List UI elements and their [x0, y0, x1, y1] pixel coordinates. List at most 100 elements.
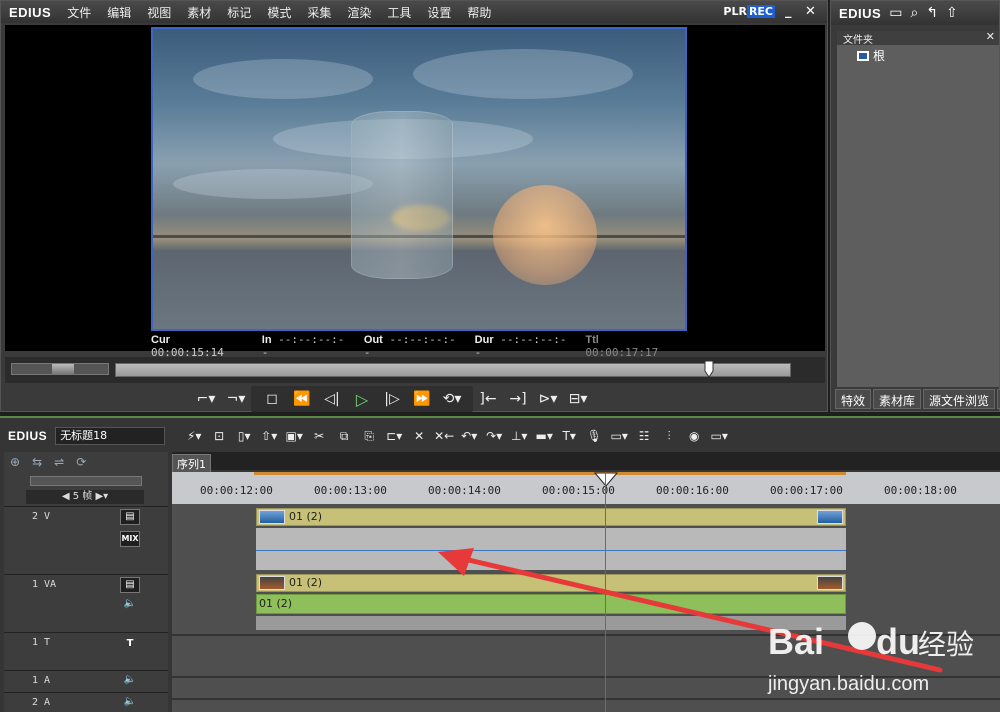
fast-forward-icon[interactable]: ⏩	[410, 388, 434, 410]
undo-icon[interactable]: ↶▾	[458, 426, 480, 446]
menu-tools[interactable]: 工具	[379, 4, 419, 21]
ruler-tick: 00:00:18:00	[884, 484, 957, 497]
edius-logo: EDIUS	[9, 4, 52, 20]
step-forward-icon[interactable]: |▷	[380, 388, 404, 410]
marker-icon[interactable]: ⊥▾	[508, 426, 530, 446]
bin-logo: EDIUS	[839, 5, 882, 21]
microphone-icon[interactable]: 🎙	[583, 426, 605, 446]
new-sequence-icon[interactable]: ▯▾	[233, 426, 255, 446]
timeline-toolbar: EDIUS 无标题18 ⚡▾ ⊡ ▯▾ ⇧▾ ▣▾ ✂ ⧉ ⎘ ⊏▾ ✕ ✕← …	[0, 422, 1000, 450]
paste-icon[interactable]: ⎘	[358, 426, 380, 446]
magic-wand-icon[interactable]: ⚡▾	[183, 426, 205, 446]
zoom-selector[interactable]: ◀ 5 帧 ▶▾	[26, 490, 144, 504]
jump-in-icon[interactable]: ]←	[476, 388, 500, 410]
tab-sequence-1[interactable]: 序列1	[172, 454, 211, 474]
menu-clip[interactable]: 素材	[179, 4, 219, 21]
minimize-button[interactable]: _	[785, 4, 792, 19]
export-icon[interactable]: ⇧	[946, 5, 958, 21]
folder-panel-header: 文件夹 ✕	[837, 30, 999, 46]
track-header-1a[interactable]: 1 A 🔈	[4, 670, 168, 690]
baidu-watermark-icon: Bai du 经验 jingyan.baidu.com	[767, 621, 974, 695]
menu-file[interactable]: 文件	[59, 4, 99, 21]
close-button[interactable]: ✕	[805, 4, 816, 19]
ripple-icon[interactable]: ⟳	[76, 455, 86, 469]
track-view-icon[interactable]: ▤	[120, 509, 140, 525]
folder-close-icon[interactable]: ✕	[986, 30, 995, 43]
render-icon[interactable]: ▭▾	[608, 426, 630, 446]
track-header-1va[interactable]: 1 VA ▤ 🔈	[4, 574, 168, 630]
layout-icon[interactable]: ☷	[633, 426, 655, 446]
clip-v1-label: 01 (2)	[289, 576, 323, 589]
tab-source-browser[interactable]: 源文件浏览	[923, 389, 996, 409]
menu-help[interactable]: 帮助	[459, 4, 499, 21]
track-header-1t[interactable]: 1 T T	[4, 632, 168, 668]
replace-icon[interactable]: ⊏▾	[383, 426, 405, 446]
redo-icon[interactable]: ↷▾	[483, 426, 505, 446]
menu-view[interactable]: 视图	[139, 4, 179, 21]
clip-a1-label: 01 (2)	[259, 597, 293, 610]
menu-mode[interactable]: 模式	[259, 4, 299, 21]
clip-v2[interactable]: 01 (2)	[256, 508, 846, 526]
speaker-icon[interactable]: 🔈	[120, 695, 140, 711]
track-header-2a[interactable]: 2 A 🔈	[4, 692, 168, 712]
preview-area: Cur 00:00:15:14 In --:--:--:-- Out --:--…	[5, 25, 825, 359]
save-icon[interactable]: ▣▾	[283, 426, 305, 446]
mix-button[interactable]: MIX	[120, 531, 140, 547]
copy-icon[interactable]: ⧉	[333, 426, 355, 446]
tab-library[interactable]: 素材库	[873, 389, 922, 409]
position-head-icon[interactable]	[704, 361, 714, 379]
track-height-slider[interactable]	[30, 476, 142, 486]
open-icon[interactable]: ⇧▾	[258, 426, 280, 446]
plr-rec-toggle[interactable]: PLR REC	[723, 5, 775, 18]
delete-icon[interactable]: ✕	[408, 426, 430, 446]
jump-out-icon[interactable]: →]	[506, 388, 530, 410]
track-header-2v[interactable]: 2 V ▤ MIX	[4, 506, 168, 572]
search-icon[interactable]: ⌕	[910, 5, 918, 21]
set-out-icon[interactable]: ¬▾	[224, 388, 248, 410]
position-bar[interactable]	[115, 361, 791, 379]
timeline-ruler[interactable]: 00:00:12:00 00:00:13:00 00:00:14:00 00:0…	[172, 472, 1000, 504]
step-back-icon[interactable]: ◁|	[320, 388, 344, 410]
shuttle-knob[interactable]	[52, 364, 74, 374]
menu-marker[interactable]: 标记	[219, 4, 259, 21]
insert-icon[interactable]: ⊳▾	[536, 388, 560, 410]
menu-capture[interactable]: 采集	[299, 4, 339, 21]
folder-icon[interactable]: ▭	[889, 5, 902, 21]
title-icon[interactable]: T▾	[558, 426, 580, 446]
loop-icon[interactable]: ⟲▾	[440, 388, 464, 410]
overwrite-icon[interactable]: ⊟▾	[566, 388, 590, 410]
in-out-range	[254, 472, 846, 475]
color-icon[interactable]: ◉	[683, 426, 705, 446]
set-in-icon[interactable]: ⌐▾	[194, 388, 218, 410]
track-add-icon[interactable]: ⊕	[10, 455, 20, 469]
cut-icon[interactable]: ✂	[308, 426, 330, 446]
menu-edit[interactable]: 编辑	[99, 4, 139, 21]
watermark-brand2: du	[876, 621, 920, 662]
timecode-ttl: Ttl 00:00:17:17	[585, 334, 659, 359]
ripple-delete-icon[interactable]: ✕←	[433, 426, 455, 446]
link-icon[interactable]: ⇌	[54, 455, 64, 469]
menu-render[interactable]: 渲染	[339, 4, 379, 21]
rewind-icon[interactable]: ⏪	[290, 388, 314, 410]
watermark-brand: Bai	[768, 621, 824, 662]
mixer-icon[interactable]: ⫶	[658, 426, 680, 446]
shuttle-slider[interactable]	[11, 363, 109, 375]
ruler-tick: 00:00:12:00	[200, 484, 273, 497]
menu-settings[interactable]: 设置	[419, 4, 459, 21]
playhead-icon[interactable]	[594, 472, 618, 488]
stop-icon[interactable]: ◻	[260, 388, 284, 410]
timecode-in: In --:--:--:--	[261, 333, 345, 359]
tab-effects[interactable]: 特效	[835, 389, 872, 409]
play-icon[interactable]: ▷	[350, 388, 374, 410]
folder-root[interactable]: 根	[857, 47, 999, 64]
speaker-icon[interactable]: 🔈	[120, 673, 140, 689]
track-view-icon[interactable]: ▤	[120, 577, 140, 593]
up-folder-icon[interactable]: ↰	[926, 5, 938, 21]
snapshot-icon[interactable]: ⊡	[208, 426, 230, 446]
ruler-tick: 00:00:13:00	[314, 484, 387, 497]
film-icon[interactable]: ▬▾	[533, 426, 555, 446]
window-icon[interactable]: ▭▾	[708, 426, 730, 446]
speaker-icon[interactable]: 🔈	[120, 597, 140, 613]
sync-icon[interactable]: ⇆	[32, 455, 42, 469]
root-folder-icon	[857, 50, 869, 61]
